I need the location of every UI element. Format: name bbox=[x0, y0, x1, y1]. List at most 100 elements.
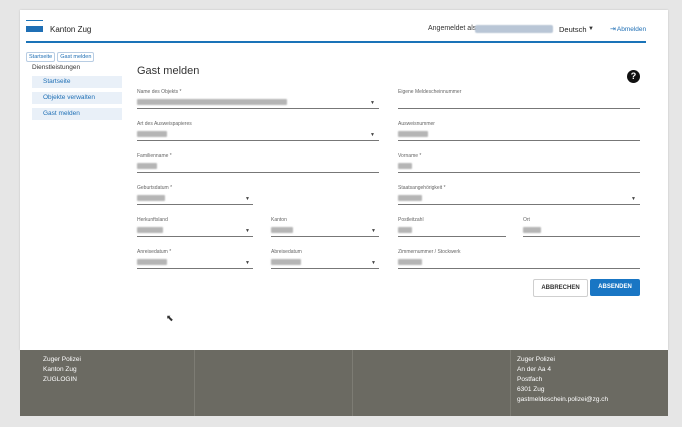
field-label: Postleitzahl bbox=[398, 217, 424, 223]
footer-email-link[interactable]: gastmeldeschein.polizei@zg.ch bbox=[517, 395, 608, 405]
sidebar-item-gast-melden[interactable]: Gast melden bbox=[32, 108, 122, 120]
zug-logo-icon[interactable] bbox=[26, 26, 43, 32]
field-label: Eigene Meldescheinnummer bbox=[398, 89, 462, 95]
breadcrumb-gast-melden[interactable]: Gast melden bbox=[57, 52, 95, 62]
sidebar-title: Dienstleistungen bbox=[32, 64, 81, 71]
field-label: Familienname * bbox=[137, 153, 172, 159]
footer-org[interactable]: Zuger Polizei bbox=[43, 355, 81, 365]
field-objekt[interactable]: Name des Objekts * ▼ bbox=[137, 89, 379, 109]
field-underline bbox=[137, 204, 253, 205]
field-ausweisnummer[interactable]: Ausweisnummer bbox=[398, 121, 640, 141]
field-underline bbox=[137, 172, 379, 173]
field-staatsangehoerigkeit[interactable]: Staatsangehörigkeit * ▼ bbox=[398, 185, 640, 205]
field-label: Abreisedatum bbox=[271, 249, 302, 255]
footer-divider bbox=[510, 350, 511, 416]
caret-down-icon[interactable]: ▼ bbox=[245, 260, 250, 266]
breadcrumb-startseite[interactable]: Startseite bbox=[26, 52, 56, 62]
logged-in-user-redacted[interactable] bbox=[475, 25, 553, 33]
footer-address: Zuger Polizei An der Aa 4 Postfach 6301 … bbox=[517, 355, 608, 405]
sidebar-item-objekte-verwalten[interactable]: Objekte verwalten bbox=[32, 92, 122, 104]
footer: Zuger Polizei Kanton Zug ZUGLOGIN Zuger … bbox=[20, 350, 668, 416]
field-underline bbox=[137, 236, 253, 237]
language-select[interactable]: Deutsch bbox=[559, 25, 587, 34]
field-underline bbox=[398, 236, 506, 237]
field-label: Ausweisnummer bbox=[398, 121, 435, 127]
logo-line bbox=[26, 20, 43, 21]
field-value-redacted bbox=[398, 163, 412, 169]
field-label: Staatsangehörigkeit * bbox=[398, 185, 446, 191]
footer-address-postbox: Postfach bbox=[517, 376, 543, 383]
caret-down-icon[interactable]: ▼ bbox=[370, 100, 375, 106]
field-geburtsdatum[interactable]: Geburtsdatum * ▼ bbox=[137, 185, 253, 205]
help-icon[interactable]: ? bbox=[627, 70, 640, 83]
field-meldeschein[interactable]: Eigene Meldescheinnummer bbox=[398, 89, 640, 109]
field-value-redacted bbox=[398, 227, 412, 233]
footer-address-street: An der Aa 4 bbox=[517, 366, 551, 373]
caret-down-icon[interactable]: ▼ bbox=[371, 260, 376, 266]
field-value-redacted bbox=[137, 195, 165, 201]
field-label: Name des Objekts * bbox=[137, 89, 182, 95]
footer-address-org: Zuger Polizei bbox=[517, 356, 555, 363]
field-underline bbox=[523, 236, 640, 237]
field-label: Kanton bbox=[271, 217, 287, 223]
field-label: Herkunftsland bbox=[137, 217, 168, 223]
field-underline bbox=[398, 140, 640, 141]
field-postleitzahl[interactable]: Postleitzahl bbox=[398, 217, 506, 237]
field-underline bbox=[137, 108, 379, 109]
field-underline bbox=[271, 268, 379, 269]
page-container: Kanton Zug Angemeldet als Deutsch ▼ ⇥Abm… bbox=[20, 10, 668, 350]
brand-name[interactable]: Kanton Zug bbox=[50, 25, 91, 34]
field-kanton[interactable]: Kanton ▼ bbox=[271, 217, 379, 237]
field-label: Ort bbox=[523, 217, 530, 223]
field-zimmer[interactable]: Zimmernummer / Stockwerk bbox=[398, 249, 640, 269]
caret-down-icon[interactable]: ▼ bbox=[588, 26, 594, 32]
submit-button[interactable]: ABSENDEN bbox=[590, 279, 640, 296]
mouse-cursor-icon: ⬉ bbox=[166, 313, 174, 323]
field-underline bbox=[398, 204, 640, 205]
header-divider bbox=[26, 41, 646, 43]
logout-label: Abmelden bbox=[616, 26, 647, 33]
field-value-redacted bbox=[137, 227, 163, 233]
footer-address-city: 6301 Zug bbox=[517, 386, 545, 393]
field-vorname[interactable]: Vorname * bbox=[398, 153, 640, 173]
field-anreisedatum[interactable]: Anreisedatum * ▼ bbox=[137, 249, 253, 269]
field-abreisedatum[interactable]: Abreisedatum ▼ bbox=[271, 249, 379, 269]
page-title: Gast melden bbox=[137, 65, 200, 77]
field-herkunftsland[interactable]: Herkunftsland ▼ bbox=[137, 217, 253, 237]
logout-link[interactable]: ⇥Abmelden bbox=[610, 25, 646, 33]
caret-down-icon[interactable]: ▼ bbox=[631, 196, 636, 202]
field-ausweisart[interactable]: Art des Ausweispapieres ▼ bbox=[137, 121, 379, 141]
field-underline bbox=[398, 108, 640, 109]
field-value-redacted bbox=[398, 195, 422, 201]
sidebar-item-startseite[interactable]: Startseite bbox=[32, 76, 122, 88]
caret-down-icon[interactable]: ▼ bbox=[245, 196, 250, 202]
field-value-redacted bbox=[137, 99, 287, 105]
footer-divider bbox=[352, 350, 353, 416]
field-value-redacted bbox=[523, 227, 541, 233]
field-value-redacted bbox=[398, 131, 428, 137]
caret-down-icon[interactable]: ▼ bbox=[371, 228, 376, 234]
header: Kanton Zug Angemeldet als Deutsch ▼ ⇥Abm… bbox=[20, 10, 668, 44]
footer-kanton[interactable]: Kanton Zug bbox=[43, 365, 81, 375]
field-underline bbox=[271, 236, 379, 237]
logged-in-label: Angemeldet als bbox=[428, 25, 477, 32]
field-value-redacted bbox=[271, 227, 293, 233]
field-label: Anreisedatum * bbox=[137, 249, 172, 255]
field-label: Zimmernummer / Stockwerk bbox=[398, 249, 461, 255]
field-familienname[interactable]: Familienname * bbox=[137, 153, 379, 173]
field-ort[interactable]: Ort bbox=[523, 217, 640, 237]
caret-down-icon[interactable]: ▼ bbox=[370, 132, 375, 138]
field-underline bbox=[137, 268, 253, 269]
field-underline bbox=[398, 268, 640, 269]
logout-icon: ⇥ bbox=[610, 26, 616, 33]
breadcrumb: Startseite Gast melden bbox=[26, 52, 95, 62]
caret-down-icon[interactable]: ▼ bbox=[245, 228, 250, 234]
footer-zuglogin[interactable]: ZUGLOGIN bbox=[43, 375, 81, 385]
field-underline bbox=[398, 172, 640, 173]
footer-divider bbox=[194, 350, 195, 416]
field-value-redacted bbox=[271, 259, 301, 265]
cancel-button[interactable]: ABBRECHEN bbox=[533, 279, 588, 297]
field-underline bbox=[137, 140, 379, 141]
footer-left: Zuger Polizei Kanton Zug ZUGLOGIN bbox=[43, 355, 81, 385]
field-value-redacted bbox=[137, 163, 157, 169]
